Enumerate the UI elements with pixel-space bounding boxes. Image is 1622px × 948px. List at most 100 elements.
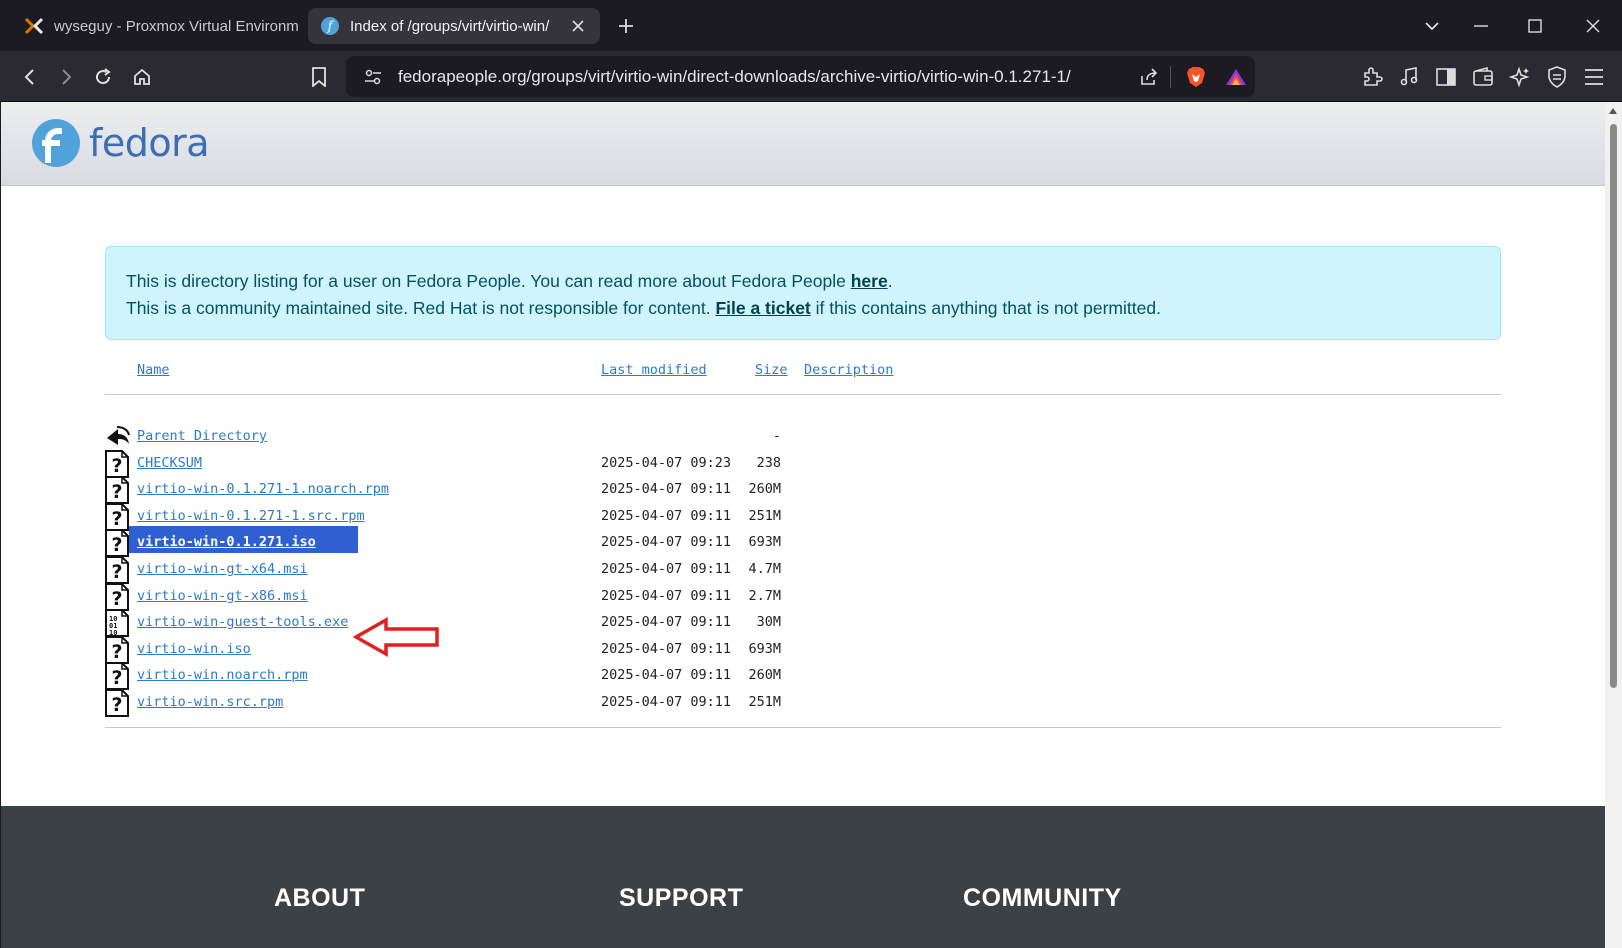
close-window-button[interactable] bbox=[1573, 10, 1613, 42]
leo-ai-icon[interactable] bbox=[1504, 61, 1536, 93]
file-size: 2.7M bbox=[748, 587, 781, 604]
tab-strip: wyseguy - Proxmox Virtual Environm f Ind… bbox=[0, 0, 1622, 51]
tab-label: Index of /groups/virt/virtio-win/ bbox=[350, 17, 550, 35]
bookmark-icon[interactable] bbox=[303, 61, 335, 93]
svg-text:?: ? bbox=[111, 561, 122, 583]
notice-line-1: This is directory listing for a user on … bbox=[126, 268, 1480, 295]
column-header-description[interactable]: Description bbox=[804, 362, 893, 378]
notice-text: This is a community maintained site. Red… bbox=[126, 298, 716, 318]
file-size: - bbox=[772, 428, 781, 444]
scroll-up-icon[interactable] bbox=[1609, 108, 1617, 114]
sidebar-icon[interactable] bbox=[1430, 61, 1462, 93]
forward-button[interactable] bbox=[50, 61, 82, 93]
vpn-shield-icon[interactable] bbox=[1541, 61, 1573, 93]
unknown-file-icon: ? bbox=[105, 449, 131, 478]
site-settings-icon[interactable] bbox=[358, 69, 388, 85]
file-date: 2025-04-07 09:11 bbox=[601, 507, 732, 524]
divider bbox=[1170, 65, 1171, 88]
tab-proxmox[interactable]: wyseguy - Proxmox Virtual Environm bbox=[12, 8, 302, 44]
file-link[interactable]: virtio-win-guest-tools.exe bbox=[137, 614, 348, 630]
community-notice: This is directory listing for a user on … bbox=[105, 246, 1501, 340]
file-size: 30M bbox=[756, 614, 781, 631]
svg-text:?: ? bbox=[111, 641, 122, 663]
file-date: 2025-04-07 09:11 bbox=[601, 614, 732, 631]
site-header: fedora bbox=[1, 102, 1605, 186]
menu-icon[interactable] bbox=[1578, 61, 1610, 93]
minimize-button[interactable] bbox=[1461, 10, 1501, 42]
file-link[interactable]: virtio-win-0.1.271.iso bbox=[137, 534, 316, 550]
file-size: 238 bbox=[756, 454, 781, 471]
file-size: 693M bbox=[748, 534, 781, 551]
footer-heading-community: COMMUNITY bbox=[963, 884, 1122, 912]
brave-shields-icon[interactable] bbox=[1181, 62, 1211, 92]
page-content: fedora This is directory listing for a u… bbox=[1, 102, 1605, 948]
fedora-logo-icon bbox=[32, 119, 80, 167]
file-link[interactable]: virtio-win.noarch.rpm bbox=[137, 667, 308, 683]
tab-list-chevron-icon[interactable] bbox=[1412, 10, 1452, 42]
scrollbar-thumb[interactable] bbox=[1610, 124, 1617, 688]
footer-heading-support: SUPPORT bbox=[619, 884, 744, 912]
file-link[interactable]: virtio-win.iso bbox=[137, 641, 251, 657]
unknown-file-icon: ? bbox=[105, 529, 131, 558]
file-link[interactable]: Parent Directory bbox=[137, 428, 267, 444]
file-date: 2025-04-07 09:11 bbox=[601, 481, 732, 498]
file-date: 2025-04-07 09:23 bbox=[601, 454, 732, 471]
file-link[interactable]: virtio-win.src.rpm bbox=[137, 694, 283, 710]
reload-button[interactable] bbox=[87, 61, 119, 93]
table-row: ? virtio-win-gt-x86.msi 2025-04-07 09:11 2.… bbox=[105, 582, 1005, 612]
column-header-last-modified[interactable]: Last modified bbox=[601, 362, 707, 378]
address-bar[interactable]: fedorapeople.org/groups/virt/virtio-win/… bbox=[346, 56, 1255, 97]
brave-rewards-icon[interactable] bbox=[1221, 62, 1251, 92]
tab-fedora-index[interactable]: f Index of /groups/virt/virtio-win/ bbox=[308, 8, 600, 44]
file-date: 2025-04-07 09:11 bbox=[601, 694, 732, 710]
file-size: 260M bbox=[748, 481, 781, 498]
file-link[interactable]: CHECKSUM bbox=[137, 455, 202, 471]
file-link[interactable]: virtio-win-0.1.271-1.noarch.rpm bbox=[137, 481, 389, 497]
column-header-size[interactable]: Size bbox=[755, 362, 788, 378]
fedora-logo[interactable]: fedora bbox=[31, 118, 210, 168]
wallet-icon[interactable] bbox=[1467, 61, 1499, 93]
site-footer: ABOUT SUPPORT COMMUNITY bbox=[1, 806, 1605, 948]
share-icon[interactable] bbox=[1134, 62, 1164, 92]
red-arrow-annotation bbox=[353, 617, 439, 657]
here-link[interactable]: here bbox=[851, 271, 888, 291]
unknown-file-icon: ? bbox=[105, 502, 131, 531]
file-size: 693M bbox=[748, 640, 781, 657]
tab-label: wyseguy - Proxmox Virtual Environm bbox=[54, 17, 299, 35]
file-link[interactable]: virtio-win-gt-x86.msi bbox=[137, 588, 308, 604]
unknown-file-icon: ? bbox=[105, 476, 131, 505]
file-size: 260M bbox=[748, 667, 781, 684]
proxmox-icon bbox=[24, 16, 44, 36]
file-date: 2025-04-07 09:11 bbox=[601, 561, 732, 577]
browser-toolbar: fedorapeople.org/groups/virt/virtio-win/… bbox=[0, 51, 1622, 102]
unknown-file-icon: ? bbox=[105, 582, 131, 611]
svg-text:?: ? bbox=[111, 455, 122, 477]
media-icon[interactable] bbox=[1393, 61, 1425, 93]
unknown-file-icon: ? bbox=[105, 662, 131, 691]
column-header-name[interactable]: Name bbox=[137, 362, 170, 378]
svg-text:?: ? bbox=[111, 588, 122, 610]
footer-divider bbox=[105, 727, 1501, 728]
fedora-favicon-icon: f bbox=[320, 16, 340, 36]
notice-line-2: This is a community maintained site. Red… bbox=[126, 295, 1480, 322]
file-link[interactable]: virtio-win-gt-x64.msi bbox=[137, 561, 308, 577]
extensions-icon[interactable] bbox=[1356, 61, 1388, 93]
home-button[interactable] bbox=[126, 61, 158, 93]
table-row: ? CHECKSUM 2025-04-07 09:23 238 bbox=[105, 449, 1005, 479]
vertical-scrollbar[interactable] bbox=[1605, 102, 1622, 948]
file-link[interactable]: virtio-win-0.1.271-1.src.rpm bbox=[137, 508, 365, 524]
url-text[interactable]: fedorapeople.org/groups/virt/virtio-win/… bbox=[398, 67, 1124, 87]
svg-text:?: ? bbox=[111, 481, 122, 503]
unknown-file-icon: ? bbox=[105, 689, 131, 717]
new-tab-button[interactable] bbox=[612, 12, 640, 40]
table-row: ? virtio-win-0.1.271-1.noarch.rpm 2025-04-… bbox=[105, 476, 1005, 505]
maximize-button[interactable] bbox=[1515, 10, 1555, 42]
table-row: ? virtio-win-gt-x64.msi 2025-04-07 09:11 4.… bbox=[105, 556, 1005, 585]
svg-text:?: ? bbox=[111, 694, 122, 716]
footer-heading-about: ABOUT bbox=[274, 884, 366, 912]
file-size: 251M bbox=[748, 694, 781, 710]
file-ticket-link[interactable]: File a ticket bbox=[715, 298, 810, 318]
notice-text: This is directory listing for a user on … bbox=[126, 271, 851, 291]
back-button[interactable] bbox=[14, 61, 46, 93]
close-tab-icon[interactable] bbox=[566, 14, 590, 38]
